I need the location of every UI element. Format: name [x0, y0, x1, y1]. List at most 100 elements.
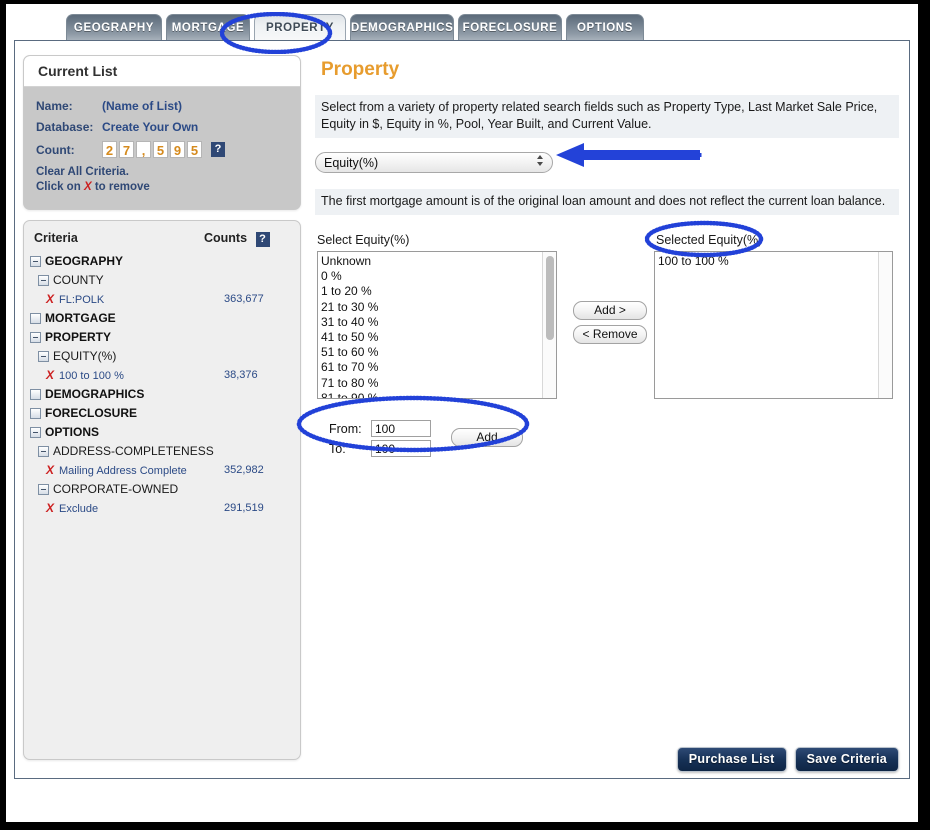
- available-list-item[interactable]: 0 %: [321, 269, 556, 284]
- criteria-leaf-label[interactable]: 100 to 100 %: [59, 370, 124, 382]
- tab-label: FORECLOSURE: [462, 22, 558, 34]
- criteria-row-label-wrap: DEMOGRAPHICS: [24, 387, 224, 401]
- tab-foreclosure[interactable]: FORECLOSURE: [458, 14, 562, 40]
- tab-options[interactable]: OPTIONS: [566, 14, 644, 40]
- counts-help-icon[interactable]: ?: [255, 232, 270, 247]
- count-label: Count:: [36, 142, 75, 157]
- range-add-button[interactable]: Add: [451, 428, 523, 447]
- clear-all-criteria-block: Clear All Criteria. Click on X to remove: [36, 165, 300, 195]
- available-list-item[interactable]: 31 to 40 %: [321, 315, 556, 330]
- selected-list-item[interactable]: 100 to 100 %: [658, 254, 892, 269]
- tab-label: OPTIONS: [577, 22, 633, 34]
- remove-criterion-icon[interactable]: X: [46, 463, 54, 477]
- expand-icon[interactable]: [30, 388, 41, 400]
- available-list-item[interactable]: 71 to 80 %: [321, 376, 556, 391]
- criteria-leaf-label[interactable]: FL:POLK: [59, 294, 104, 306]
- application-page: GEOGRAPHY MORTGAGE PROPERTY DEMOGRAPHICS FOR…: [6, 4, 918, 822]
- criteria-leaf-label[interactable]: Mailing Address Complete: [59, 465, 187, 477]
- tab-label: DEMOGRAPHICS: [351, 22, 454, 34]
- criteria-node-row: ADDRESS-COMPLETENESS: [24, 441, 300, 460]
- criteria-node-row: MORTGAGE: [24, 308, 300, 327]
- tab-mortgage[interactable]: MORTGAGE: [166, 14, 250, 40]
- tab-label: GEOGRAPHY: [73, 22, 155, 34]
- content-card: Current List Name: (Name of List) Databa…: [14, 40, 910, 779]
- remove-button[interactable]: < Remove: [573, 325, 647, 344]
- available-list-label: Select Equity(%): [317, 233, 410, 247]
- criteria-node-row: DEMOGRAPHICS: [24, 384, 300, 403]
- count-digit: 7: [119, 141, 134, 158]
- count-digit: 5: [187, 141, 202, 158]
- criteria-node-label: CORPORATE-OWNED: [53, 481, 179, 496]
- collapse-icon[interactable]: [30, 426, 41, 438]
- field-select[interactable]: Equity(%): [315, 152, 553, 173]
- remove-hint-pre: Click on: [36, 181, 81, 193]
- tab-property[interactable]: PROPERTY: [254, 14, 346, 40]
- criteria-panel: Criteria Counts ? GEOGRAPHY COUNTY X FL:POL…: [23, 220, 301, 760]
- selected-equity-listbox[interactable]: 100 to 100 %: [654, 251, 893, 399]
- collapse-icon[interactable]: [38, 274, 49, 286]
- criteria-node-row: EQUITY(%): [24, 346, 300, 365]
- criteria-leaf-label[interactable]: Exclude: [59, 503, 98, 515]
- available-list-item[interactable]: 51 to 60 %: [321, 345, 556, 360]
- collapse-icon[interactable]: [38, 483, 49, 495]
- current-list-panel: Current List Name: (Name of List) Databa…: [23, 55, 301, 210]
- available-list-item[interactable]: 41 to 50 %: [321, 330, 556, 345]
- database-value[interactable]: Create Your Own: [102, 120, 198, 134]
- scrollbar-thumb[interactable]: [546, 256, 554, 340]
- available-list-items: Unknown 0 % 1 to 20 % 21 to 30 % 31 to 40 % 4…: [318, 252, 556, 398]
- counts-column-header: Counts ?: [204, 231, 290, 247]
- criteria-row-label-wrap: OPTIONS: [24, 425, 224, 439]
- criteria-row-label-wrap: CORPORATE-OWNED: [24, 482, 224, 496]
- count-help-icon[interactable]: ?: [211, 142, 225, 157]
- list-selection-area: Select Equity(%) Unknown 0 % 1 to 20 % 21 t…: [315, 233, 899, 457]
- remove-criterion-icon[interactable]: X: [46, 368, 54, 382]
- available-list-item[interactable]: 61 to 70 %: [321, 360, 556, 375]
- criteria-row-count: 38,376: [224, 368, 258, 381]
- purchase-list-button[interactable]: Purchase List: [676, 747, 787, 772]
- collapse-icon[interactable]: [38, 350, 49, 362]
- collapse-icon[interactable]: [38, 445, 49, 457]
- clear-all-criteria-link[interactable]: Clear All Criteria.: [36, 165, 300, 180]
- from-input[interactable]: [371, 420, 431, 437]
- database-label: Database:: [36, 120, 94, 134]
- criteria-node-label: PROPERTY: [45, 329, 112, 344]
- from-label: From:: [329, 421, 362, 436]
- add-button[interactable]: Add >: [573, 301, 647, 320]
- name-value[interactable]: (Name of List): [102, 99, 182, 113]
- footer-actions: Purchase List Save Criteria: [676, 747, 899, 772]
- tab-demographics[interactable]: DEMOGRAPHICS: [350, 14, 454, 40]
- criteria-node-label: COUNTY: [53, 272, 104, 287]
- available-list-item[interactable]: 1 to 20 %: [321, 284, 556, 299]
- current-list-body: Name: (Name of List) Database: Create Yo…: [24, 87, 300, 195]
- available-list-item[interactable]: Unknown: [321, 254, 556, 269]
- field-select-row: Equity(%): [315, 152, 899, 173]
- criteria-row-count: 363,677: [224, 292, 264, 305]
- current-list-count-row: Count: 27,595 ?: [36, 141, 300, 158]
- description-band: Select from a variety of property relate…: [315, 95, 899, 138]
- selected-list-items: 100 to 100 %: [655, 252, 892, 269]
- collapse-icon[interactable]: [30, 331, 41, 343]
- criteria-node-row: OPTIONS: [24, 422, 300, 441]
- criteria-header-row: Criteria Counts ?: [24, 231, 300, 251]
- criteria-row-label-wrap: X Exclude: [24, 501, 224, 515]
- available-list-scrollbar[interactable]: [542, 252, 556, 398]
- criteria-node-label: ADDRESS-COMPLETENESS: [53, 443, 214, 458]
- criteria-tree: GEOGRAPHY COUNTY X FL:POLK 363,677 MORTGAGE PR…: [24, 251, 300, 517]
- current-list-database-row: Database: Create Your Own: [36, 120, 300, 134]
- remove-criterion-icon[interactable]: X: [46, 501, 54, 515]
- expand-icon[interactable]: [30, 312, 41, 324]
- to-input[interactable]: [371, 440, 431, 457]
- save-criteria-button[interactable]: Save Criteria: [794, 747, 899, 772]
- count-digit-display: 27,595: [102, 141, 204, 158]
- remove-criterion-icon[interactable]: X: [46, 292, 54, 306]
- collapse-icon[interactable]: [30, 255, 41, 267]
- expand-icon[interactable]: [30, 407, 41, 419]
- available-list-item[interactable]: 81 to 90 %: [321, 391, 556, 398]
- available-equity-listbox[interactable]: Unknown 0 % 1 to 20 % 21 to 30 % 31 to 40 % 4…: [317, 251, 557, 399]
- page-title: Property: [321, 59, 400, 80]
- available-list-item[interactable]: 21 to 30 %: [321, 300, 556, 315]
- tab-geography[interactable]: GEOGRAPHY: [66, 14, 162, 40]
- selected-list-scrollbar[interactable]: [878, 252, 892, 398]
- selected-list-label: Selected Equity(%): [656, 233, 763, 247]
- criteria-node-row: COUNTY: [24, 270, 300, 289]
